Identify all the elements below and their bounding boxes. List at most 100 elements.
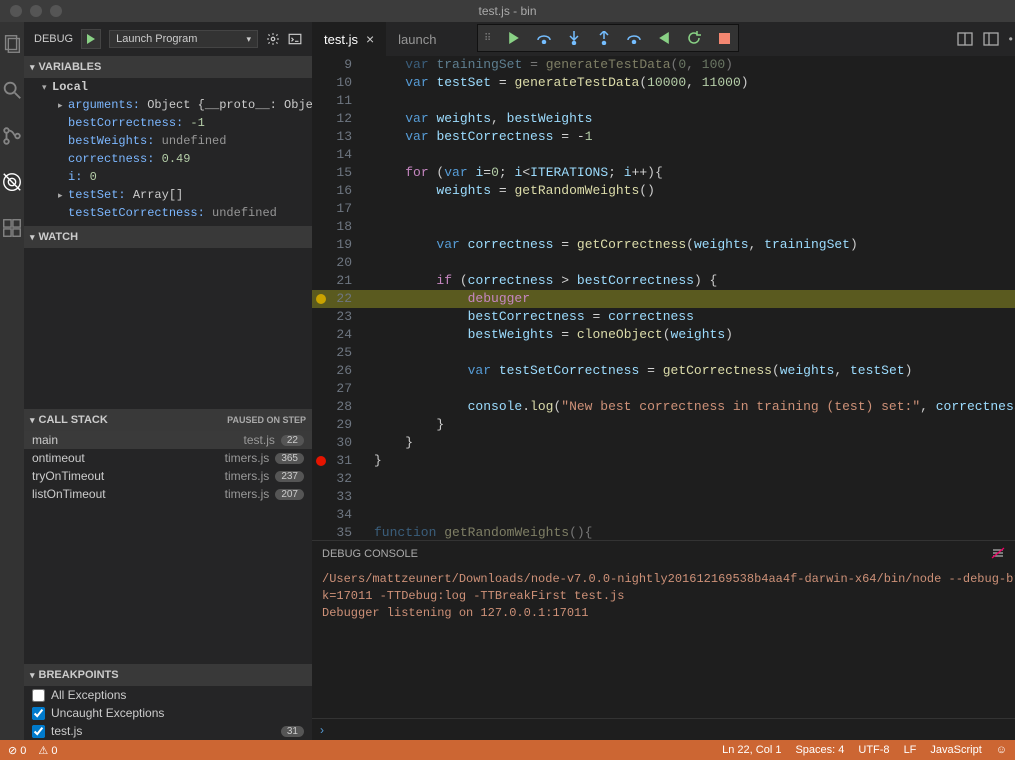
breakpoint-all-exceptions[interactable]: All Exceptions bbox=[24, 686, 312, 704]
code-line[interactable]: 14 bbox=[312, 146, 1015, 164]
code-line[interactable]: 16 weights = getRandomWeights() bbox=[312, 182, 1015, 200]
code-line[interactable]: 15 for (var i=0; i<ITERATIONS; i++){ bbox=[312, 164, 1015, 182]
code-line[interactable]: 31} bbox=[312, 452, 1015, 470]
console-input[interactable]: › bbox=[312, 718, 1015, 740]
zoom-window-icon[interactable] bbox=[50, 5, 62, 17]
code-line[interactable]: 33 bbox=[312, 488, 1015, 506]
stack-frame[interactable]: listOnTimeouttimers.js207 bbox=[24, 485, 312, 503]
variable-row[interactable]: testSetCorrectness: undefined bbox=[24, 204, 312, 222]
status-spaces[interactable]: Spaces: 4 bbox=[795, 744, 844, 756]
more-icon[interactable]: ••• bbox=[1009, 32, 1015, 46]
status-errors[interactable]: ⊘ 0 bbox=[8, 744, 26, 757]
close-window-icon[interactable] bbox=[10, 5, 22, 17]
editor-tabs: test.js×launch ⠿ ••• bbox=[312, 22, 1015, 56]
code-line[interactable]: 12 var weights, bestWeights bbox=[312, 110, 1015, 128]
breakpoint-uncaught-exceptions[interactable]: Uncaught Exceptions bbox=[24, 704, 312, 722]
variable-row[interactable]: correctness: 0.49 bbox=[24, 150, 312, 168]
code-line[interactable]: 17 bbox=[312, 200, 1015, 218]
variable-row[interactable]: bestWeights: undefined bbox=[24, 132, 312, 150]
code-line[interactable]: 24 bestWeights = cloneObject(weights) bbox=[312, 326, 1015, 344]
explorer-icon[interactable] bbox=[0, 32, 24, 56]
status-eol[interactable]: LF bbox=[904, 744, 917, 756]
code-line[interactable]: 19 var correctness = getCorrectness(weig… bbox=[312, 236, 1015, 254]
stack-frame[interactable]: maintest.js22 bbox=[24, 431, 312, 449]
watch-section-header[interactable]: ▾Watch bbox=[24, 226, 312, 248]
chevron-updown-icon: ▾ bbox=[246, 34, 251, 45]
code-line[interactable]: 28 console.log("New best correctness in … bbox=[312, 398, 1015, 416]
search-icon[interactable] bbox=[0, 78, 24, 102]
code-line[interactable]: 30 } bbox=[312, 434, 1015, 452]
start-debug-button[interactable] bbox=[81, 29, 101, 49]
code-line[interactable]: 32 bbox=[312, 470, 1015, 488]
status-language[interactable]: JavaScript bbox=[930, 744, 981, 756]
variable-row[interactable]: ▸testSet: Array[] bbox=[24, 186, 312, 204]
clear-console-icon[interactable] bbox=[991, 546, 1005, 563]
breakpoints-section-header[interactable]: ▾Breakpoints bbox=[24, 664, 312, 686]
split-editor-icon[interactable] bbox=[957, 32, 973, 46]
editor-tab[interactable]: test.js× bbox=[312, 22, 386, 56]
variable-row[interactable]: ▸arguments: Object {__proto__: Object,… bbox=[24, 96, 312, 114]
extensions-icon[interactable] bbox=[0, 216, 24, 240]
window-titlebar: test.js - bin bbox=[0, 0, 1015, 22]
debug-sidebar: DEBUG Launch Program ▾ ▾Variables ▾Local… bbox=[24, 22, 312, 740]
close-tab-icon[interactable]: × bbox=[366, 31, 374, 47]
step-back-button[interactable] bbox=[626, 30, 642, 46]
minimize-window-icon[interactable] bbox=[30, 5, 42, 17]
console-output: /Users/mattzeunert/Downloads/node-v7.0.0… bbox=[312, 567, 1015, 718]
code-line[interactable]: 25 bbox=[312, 344, 1015, 362]
code-editor[interactable]: 9 var trainingSet = generateTestData(0, … bbox=[312, 56, 1015, 540]
code-line[interactable]: 34 bbox=[312, 506, 1015, 524]
code-line[interactable]: 18 bbox=[312, 218, 1015, 236]
editor-tab[interactable]: launch bbox=[386, 22, 448, 56]
code-line[interactable]: 23 bestCorrectness = correctness bbox=[312, 308, 1015, 326]
code-line[interactable]: 35function getRandomWeights(){ bbox=[312, 524, 1015, 540]
step-over-button[interactable] bbox=[536, 30, 552, 46]
status-encoding[interactable]: UTF-8 bbox=[858, 744, 889, 756]
stack-frame[interactable]: ontimeouttimers.js365 bbox=[24, 449, 312, 467]
source-control-icon[interactable] bbox=[0, 124, 24, 148]
code-line[interactable]: 10 var testSet = generateTestData(10000,… bbox=[312, 74, 1015, 92]
step-into-button[interactable] bbox=[566, 30, 582, 46]
restart-button[interactable] bbox=[686, 30, 702, 46]
checkbox[interactable] bbox=[32, 707, 45, 720]
checkbox[interactable] bbox=[32, 689, 45, 702]
stack-frame[interactable]: tryOnTimeouttimers.js237 bbox=[24, 467, 312, 485]
status-warnings[interactable]: ⚠ 0 bbox=[38, 744, 57, 757]
code-line[interactable]: 13 var bestCorrectness = -1 bbox=[312, 128, 1015, 146]
status-bar: ⊘ 0 ⚠ 0 Ln 22, Col 1 Spaces: 4 UTF-8 LF … bbox=[0, 740, 1015, 760]
variables-section-header[interactable]: ▾Variables bbox=[24, 56, 312, 78]
continue-button[interactable] bbox=[506, 30, 522, 46]
debug-panel-label: DEBUG bbox=[34, 33, 73, 45]
debug-console-panel: Debug Console ⌄ /Users/mattzeunert/Downl… bbox=[312, 540, 1015, 740]
window-controls[interactable] bbox=[0, 5, 62, 17]
drag-handle-icon[interactable]: ⠿ bbox=[484, 33, 492, 44]
step-out-button[interactable] bbox=[596, 30, 612, 46]
checkbox[interactable] bbox=[32, 725, 45, 738]
activity-bar bbox=[0, 22, 24, 740]
stop-button[interactable] bbox=[716, 30, 732, 46]
breakpoint-file[interactable]: test.js31 bbox=[24, 722, 312, 740]
status-line-col[interactable]: Ln 22, Col 1 bbox=[722, 744, 781, 756]
debug-console-title: Debug Console bbox=[322, 548, 418, 560]
launch-config-select[interactable]: Launch Program ▾ bbox=[109, 30, 258, 48]
code-line[interactable]: 22 debugger bbox=[312, 290, 1015, 308]
code-line[interactable]: 11 bbox=[312, 92, 1015, 110]
debug-toolbar[interactable]: ⠿ bbox=[477, 24, 739, 52]
code-line[interactable]: 27 bbox=[312, 380, 1015, 398]
code-line[interactable]: 26 var testSetCorrectness = getCorrectne… bbox=[312, 362, 1015, 380]
reverse-button[interactable] bbox=[656, 30, 672, 46]
code-line[interactable]: 20 bbox=[312, 254, 1015, 272]
scope-local[interactable]: ▾Local bbox=[24, 78, 312, 96]
variable-row[interactable]: bestCorrectness: -1 bbox=[24, 114, 312, 132]
variable-row[interactable]: i: 0 bbox=[24, 168, 312, 186]
code-line[interactable]: 9 var trainingSet = generateTestData(0, … bbox=[312, 56, 1015, 74]
debug-icon[interactable] bbox=[0, 170, 24, 194]
code-line[interactable]: 21 if (correctness > bestCorrectness) { bbox=[312, 272, 1015, 290]
toggle-layout-icon[interactable] bbox=[983, 32, 999, 46]
debug-console-icon[interactable] bbox=[288, 32, 302, 46]
code-line[interactable]: 29 } bbox=[312, 416, 1015, 434]
feedback-icon[interactable]: ☺ bbox=[996, 744, 1007, 756]
gear-icon[interactable] bbox=[266, 32, 280, 46]
watch-empty bbox=[24, 248, 312, 409]
callstack-section-header[interactable]: ▾Call StackPaused on step bbox=[24, 409, 312, 431]
